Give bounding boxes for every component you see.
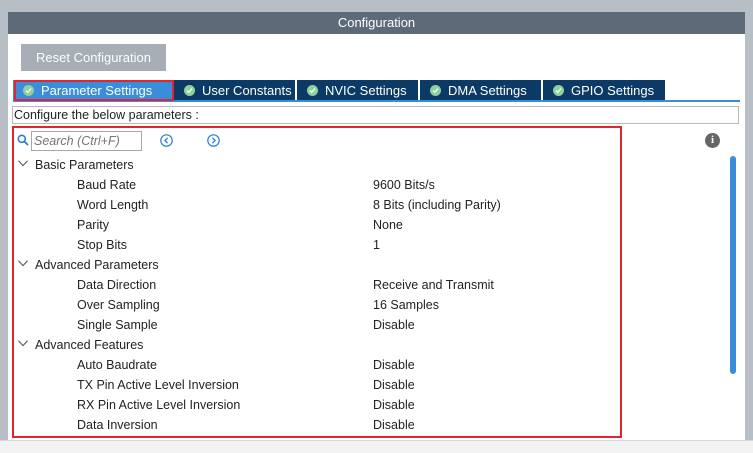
window-frame-left — [0, 0, 8, 440]
check-circle-icon — [184, 85, 195, 96]
check-circle-icon — [430, 85, 441, 96]
param-name: Stop Bits — [77, 238, 128, 252]
param-value[interactable]: Disable — [373, 355, 415, 375]
search-input[interactable] — [31, 131, 142, 151]
group-label: Advanced Features — [35, 338, 144, 352]
group-label: Advanced Parameters — [35, 258, 159, 272]
param-value[interactable]: None — [373, 215, 403, 235]
tab-label: NVIC Settings — [325, 83, 407, 98]
param-value[interactable]: Disable — [373, 415, 415, 435]
param-row[interactable]: Parity None — [14, 215, 614, 235]
param-value[interactable]: Disable — [373, 395, 415, 415]
param-name: TX Pin Active Level Inversion — [77, 378, 239, 392]
param-name: Single Sample — [77, 318, 158, 332]
param-row[interactable]: Data Direction Receive and Transmit — [14, 275, 614, 295]
param-value[interactable]: 9600 Bits/s — [373, 175, 435, 195]
info-icon[interactable]: i — [705, 133, 720, 148]
param-value[interactable]: Disable — [373, 375, 415, 395]
param-value[interactable]: 16 Samples — [373, 295, 439, 315]
scrollbar-thumb[interactable] — [730, 156, 736, 374]
window-frame-right — [745, 0, 753, 440]
tab-dma-settings[interactable]: DMA Settings — [420, 80, 541, 101]
param-row[interactable]: Auto Baudrate Disable — [14, 355, 614, 375]
chevron-down-icon — [18, 160, 28, 167]
tab-label: GPIO Settings — [571, 83, 655, 98]
tab-nvic-settings[interactable]: NVIC Settings — [297, 80, 418, 101]
param-name: Baud Rate — [77, 178, 137, 192]
param-row[interactable]: Word Length 8 Bits (including Parity) — [14, 195, 614, 215]
group-advanced-parameters[interactable]: Advanced Parameters — [14, 255, 614, 275]
window-frame-top — [0, 0, 753, 12]
panel-title: Configuration — [8, 12, 745, 34]
group-label: Basic Parameters — [35, 158, 134, 172]
previous-result-icon[interactable] — [160, 134, 173, 147]
param-row[interactable]: RX Pin Active Level Inversion Disable — [14, 395, 614, 415]
param-name: Auto Baudrate — [77, 358, 157, 372]
next-result-icon[interactable] — [207, 134, 220, 147]
param-value[interactable]: 8 Bits (including Parity) — [373, 195, 501, 215]
param-row[interactable]: Data Inversion Disable — [14, 415, 614, 435]
instructions-text: Configure the below parameters : — [12, 106, 739, 124]
tab-user-constants[interactable]: User Constants — [174, 80, 295, 101]
param-row[interactable]: Single Sample Disable — [14, 315, 614, 335]
param-row[interactable]: Over Sampling 16 Samples — [14, 295, 614, 315]
chevron-down-icon — [18, 340, 28, 347]
param-name: Parity — [77, 218, 109, 232]
tab-parameter-settings[interactable]: Parameter Settings — [13, 80, 173, 101]
chevron-down-icon — [18, 260, 28, 267]
param-row[interactable]: TX Pin Active Level Inversion Disable — [14, 375, 614, 395]
param-name: Data Inversion — [77, 418, 158, 432]
param-value[interactable]: 1 — [373, 235, 380, 255]
param-value[interactable]: Disable — [373, 315, 415, 335]
param-row[interactable]: Stop Bits 1 — [14, 235, 614, 255]
param-name: Word Length — [77, 198, 149, 212]
reset-configuration-button[interactable]: Reset Configuration — [21, 44, 166, 71]
tab-gpio-settings[interactable]: GPIO Settings — [543, 80, 665, 101]
tab-label: DMA Settings — [448, 83, 527, 98]
param-name: RX Pin Active Level Inversion — [77, 398, 241, 412]
group-advanced-features[interactable]: Advanced Features — [14, 335, 614, 355]
param-name: Over Sampling — [77, 298, 160, 312]
tab-underline — [13, 100, 740, 102]
check-circle-icon — [307, 85, 318, 96]
param-row[interactable]: Baud Rate 9600 Bits/s — [14, 175, 614, 195]
tab-label: Parameter Settings — [41, 83, 153, 98]
tab-label: User Constants — [202, 83, 292, 98]
param-name: Data Direction — [77, 278, 157, 292]
param-value[interactable]: Receive and Transmit — [373, 275, 494, 295]
bottom-edge — [0, 440, 753, 453]
check-circle-icon — [23, 85, 34, 96]
search-icon — [17, 134, 29, 146]
group-basic-parameters[interactable]: Basic Parameters — [14, 155, 614, 175]
check-circle-icon — [553, 85, 564, 96]
